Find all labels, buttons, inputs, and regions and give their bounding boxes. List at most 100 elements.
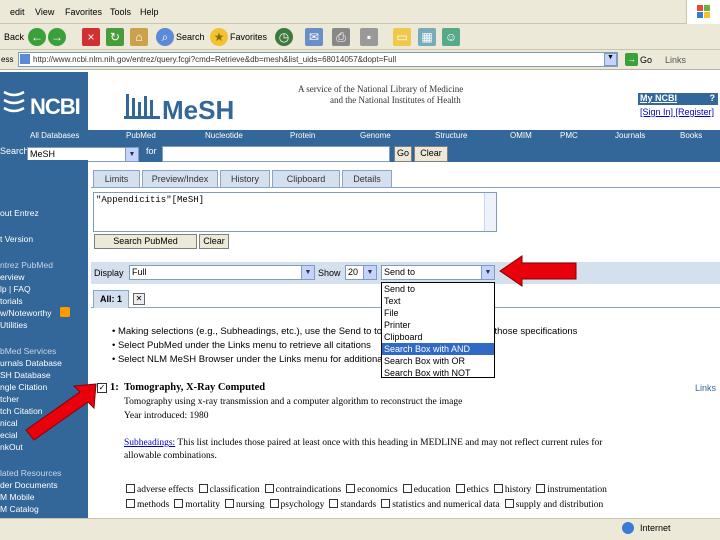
- sidebar-link[interactable]: w/Noteworthy: [0, 308, 52, 318]
- cat-omim[interactable]: OMIM: [510, 130, 532, 142]
- subheading-checkbox[interactable]: [504, 499, 514, 508]
- record-title[interactable]: Tomography, X-Ray Computed: [124, 382, 265, 393]
- send-to-option[interactable]: Printer: [382, 319, 494, 331]
- record-checkbox[interactable]: ✓: [97, 383, 107, 393]
- sidebar-link[interactable]: Utilities: [0, 320, 27, 330]
- search-input[interactable]: [162, 146, 390, 162]
- cat-pmc[interactable]: PMC: [560, 130, 578, 142]
- cat-all-databases[interactable]: All Databases: [30, 130, 79, 142]
- sidebar-link[interactable]: t Version: [0, 234, 33, 244]
- subheading-option[interactable]: adverse effects: [126, 484, 194, 495]
- print-icon[interactable]: ⎙: [332, 28, 350, 46]
- subheading-checkbox[interactable]: [381, 499, 391, 508]
- subheading-checkbox[interactable]: [329, 499, 339, 508]
- cat-journals[interactable]: Journals: [615, 130, 645, 142]
- address-input[interactable]: http://www.ncbi.nlm.nih.gov/entrez/query…: [18, 52, 618, 67]
- messenger-icon[interactable]: ☺: [442, 28, 460, 46]
- back-button[interactable]: Back: [4, 28, 24, 46]
- tab-details[interactable]: Details: [342, 170, 392, 187]
- subheading-option[interactable]: supply and distribution: [504, 499, 603, 510]
- sidebar-link[interactable]: lp | FAQ: [0, 284, 31, 294]
- mail-icon[interactable]: ✉: [305, 28, 323, 46]
- sidebar-link[interactable]: M Mobile: [0, 492, 34, 502]
- cat-protein[interactable]: Protein: [290, 130, 315, 142]
- refresh-icon[interactable]: ↻: [106, 28, 124, 46]
- sidebar-link[interactable]: nkOut: [0, 442, 23, 452]
- sidebar-link[interactable]: out Entrez: [0, 208, 39, 218]
- my-ncbi-link[interactable]: My NCBI: [640, 93, 677, 103]
- cat-books[interactable]: Books: [680, 130, 702, 142]
- rss-feed-icon[interactable]: [60, 307, 70, 317]
- sign-in-register-link[interactable]: [Sign In] [Register]: [640, 107, 714, 117]
- menu-help[interactable]: Help: [140, 7, 159, 17]
- send-to-option[interactable]: Clipboard: [382, 331, 494, 343]
- subheading-checkbox[interactable]: [536, 484, 546, 493]
- sidebar-link[interactable]: ecial: [0, 430, 17, 440]
- subheading-option[interactable]: methods: [126, 499, 169, 510]
- subheading-option[interactable]: psychology: [269, 499, 324, 510]
- subheading-checkbox[interactable]: [198, 484, 208, 493]
- subheading-option[interactable]: statistics and numerical data: [381, 499, 500, 510]
- edit-icon[interactable]: ▪: [360, 28, 378, 46]
- subheading-option[interactable]: education: [402, 484, 451, 495]
- query-scrollbar[interactable]: [484, 193, 496, 231]
- subheading-checkbox[interactable]: [402, 484, 412, 493]
- search-pubmed-button[interactable]: Search PubMed: [94, 234, 197, 249]
- tab-clipboard[interactable]: Clipboard: [272, 170, 340, 187]
- subheadings-link[interactable]: Subheadings:: [124, 438, 175, 448]
- tools-icon[interactable]: ✕: [133, 293, 145, 305]
- subheading-checkbox[interactable]: [346, 484, 356, 493]
- send-to-option[interactable]: Search Box with OR: [382, 355, 494, 367]
- send-to-option[interactable]: Text: [382, 295, 494, 307]
- menu-favorites[interactable]: Favorites: [65, 7, 102, 17]
- tab-preview-index[interactable]: Preview/Index: [142, 170, 218, 187]
- subheading-option[interactable]: classification: [198, 484, 260, 495]
- help-icon[interactable]: ?: [710, 93, 716, 103]
- links-button[interactable]: Links: [665, 55, 686, 65]
- menu-view[interactable]: View: [35, 7, 54, 17]
- send-to-select[interactable]: Send to ▼: [381, 265, 495, 280]
- send-to-option[interactable]: Send to: [382, 283, 494, 295]
- tab-history[interactable]: History: [220, 170, 270, 187]
- subheading-option[interactable]: mortality: [174, 499, 220, 510]
- menu-edit[interactable]: edit: [10, 7, 25, 17]
- subheading-checkbox[interactable]: [455, 484, 465, 493]
- show-count-select[interactable]: 20 ▼: [345, 265, 377, 280]
- search-button[interactable]: Search: [176, 28, 205, 46]
- subheading-checkbox[interactable]: [126, 484, 135, 493]
- subheading-option[interactable]: ethics: [455, 484, 489, 495]
- subheading-checkbox[interactable]: [269, 499, 279, 508]
- subheading-option[interactable]: contraindications: [264, 484, 341, 495]
- search-go-button[interactable]: Go: [394, 146, 412, 162]
- discuss-icon[interactable]: ▦: [418, 28, 436, 46]
- cat-structure[interactable]: Structure: [435, 130, 467, 142]
- display-format-select[interactable]: Full ▼: [129, 265, 315, 280]
- subheading-checkbox[interactable]: [126, 499, 135, 508]
- sidebar-link[interactable]: nical: [0, 418, 17, 428]
- go-arrow-icon[interactable]: →: [625, 53, 638, 66]
- forward-arrow-icon[interactable]: →: [48, 28, 66, 46]
- my-ncbi-bar[interactable]: My NCBI ?: [638, 93, 718, 105]
- favorites-star-icon[interactable]: ★: [210, 28, 228, 46]
- ncbi-logo-block[interactable]: NCBI: [0, 72, 88, 130]
- subheading-option[interactable]: economics: [346, 484, 398, 495]
- record-links[interactable]: Links: [695, 383, 716, 393]
- sidebar-link[interactable]: tcher: [0, 394, 19, 404]
- search-clear-button[interactable]: Clear: [414, 146, 448, 162]
- subheading-option[interactable]: standards: [329, 499, 376, 510]
- tab-limits[interactable]: Limits: [93, 170, 140, 187]
- query-textarea[interactable]: "Appendicitis"[MeSH]: [93, 192, 497, 232]
- menu-tools[interactable]: Tools: [110, 7, 131, 17]
- sidebar-link[interactable]: SH Database: [0, 370, 51, 380]
- send-to-option[interactable]: File: [382, 307, 494, 319]
- cat-pubmed[interactable]: PubMed: [126, 130, 156, 142]
- subheading-checkbox[interactable]: [225, 499, 235, 508]
- subheading-option[interactable]: history: [493, 484, 531, 495]
- send-to-dropdown-list[interactable]: Send to Text File Printer Clipboard Search Bo…: [381, 282, 495, 378]
- cat-nucleotide[interactable]: Nucleotide: [205, 130, 243, 142]
- sidebar-link[interactable]: der Documents: [0, 480, 58, 490]
- stop-icon[interactable]: ×: [82, 28, 100, 46]
- subheading-checkbox[interactable]: [264, 484, 274, 493]
- sidebar-link[interactable]: urnals Database: [0, 358, 62, 368]
- subheading-option[interactable]: nursing: [225, 499, 265, 510]
